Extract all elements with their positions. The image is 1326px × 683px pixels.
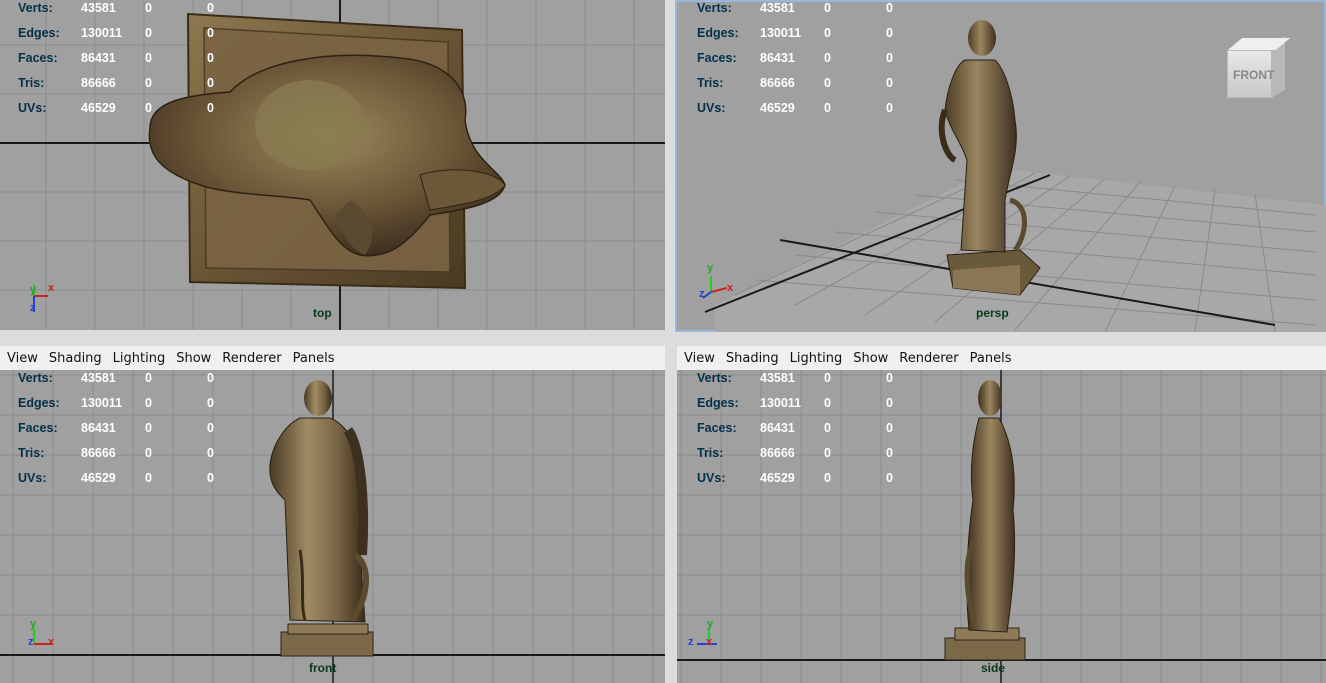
hud-row-uvs: UVs: 46529 0 0 (697, 101, 893, 115)
menu-view[interactable]: View (684, 351, 715, 366)
camera-label-top: top (313, 306, 332, 320)
menu-shading[interactable]: Shading (49, 351, 102, 366)
hud-row-edges: Edges: 130011 0 0 (697, 396, 893, 410)
viewport-top[interactable]: Verts: 43581 0 0 Edges: 130011 0 0 Faces: 86431… (0, 0, 665, 330)
hud-row-faces: Faces: 86431 0 0 (697, 51, 893, 65)
axis-label-x: x (48, 636, 55, 648)
camera-label-front: front (309, 661, 337, 675)
view-cube[interactable]: FRONT (1227, 35, 1291, 99)
menu-view[interactable]: View (7, 351, 38, 366)
axis-gizmo-persp (702, 276, 728, 299)
poly-count-hud-persp: Verts: 43581 0 0 Edges: 130011 0 0 Faces: 86431… (697, 0, 917, 125)
hud-row-uvs: UVs: 46529 0 0 (697, 471, 893, 485)
axis-label-z: z (688, 636, 694, 648)
camera-label-side: side (981, 661, 1006, 675)
hud-row-verts: Verts: 43581 0 0 (697, 1, 893, 15)
viewport-persp[interactable]: FRONT Verts: 43581 0 0 Edges: 130011 0 0 Faces… (675, 0, 1326, 332)
viewport-front[interactable]: Verts: 43581 0 0 Edges: 130011 0 0 Faces: 86431… (0, 370, 665, 683)
menu-renderer[interactable]: Renderer (899, 351, 958, 366)
menu-lighting[interactable]: Lighting (790, 351, 843, 366)
camera-label-persp: persp (976, 306, 1009, 320)
menu-panels[interactable]: Panels (293, 351, 335, 366)
menu-panels[interactable]: Panels (970, 351, 1012, 366)
hud-row-tris: Tris: 86666 0 0 (18, 446, 214, 460)
hud-row-faces: Faces: 86431 0 0 (18, 421, 214, 435)
hud-row-edges: Edges: 130011 0 0 (697, 26, 893, 40)
hud-row-verts: Verts: 43581 0 0 (18, 371, 214, 385)
axis-label-z: z (699, 288, 705, 300)
axis-label-y: y (707, 262, 714, 274)
axis-label-z: z (30, 302, 36, 314)
axis-label-z: z (28, 636, 34, 648)
axis-label-x: x (706, 636, 713, 648)
hud-row-faces: Faces: 86431 0 0 (697, 421, 893, 435)
poly-count-hud-front: Verts: 43581 0 0 Edges: 130011 0 0 Faces: 86431… (18, 370, 238, 495)
menu-lighting[interactable]: Lighting (113, 351, 166, 366)
axis-label-y: y (707, 618, 714, 630)
hud-row-tris: Tris: 86666 0 0 (697, 446, 893, 460)
hud-row-faces: Faces: 86431 0 0 (18, 51, 214, 65)
menu-renderer[interactable]: Renderer (222, 351, 281, 366)
hud-row-tris: Tris: 86666 0 0 (697, 76, 893, 90)
hud-row-verts: Verts: 43581 0 0 (18, 1, 214, 15)
menubar-front: View Shading Lighting Show Renderer Pane… (0, 346, 665, 370)
axis-label-y: y (30, 618, 37, 630)
hud-row-edges: Edges: 130011 0 0 (18, 396, 214, 410)
axis-label-x: x (48, 282, 55, 294)
view-cube-label: FRONT (1233, 68, 1275, 82)
hud-row-edges: Edges: 130011 0 0 (18, 26, 214, 40)
axis-label-y: y (30, 284, 37, 296)
poly-count-hud-top: Verts: 43581 0 0 Edges: 130011 0 0 Faces: 86431… (18, 0, 238, 125)
menu-shading[interactable]: Shading (726, 351, 779, 366)
hud-row-verts: Verts: 43581 0 0 (697, 371, 893, 385)
menu-show[interactable]: Show (176, 351, 211, 366)
hud-row-uvs: UVs: 46529 0 0 (18, 101, 214, 115)
menubar-side: View Shading Lighting Show Renderer Pane… (677, 346, 1326, 370)
menu-show[interactable]: Show (853, 351, 888, 366)
viewport-side[interactable]: Verts: 43581 0 0 Edges: 130011 0 0 Faces: 86431… (677, 370, 1326, 683)
hud-row-uvs: UVs: 46529 0 0 (18, 471, 214, 485)
hud-row-tris: Tris: 86666 0 0 (18, 76, 214, 90)
axis-label-x: x (727, 282, 734, 294)
poly-count-hud-side: Verts: 43581 0 0 Edges: 130011 0 0 Faces: 86431… (697, 370, 917, 495)
